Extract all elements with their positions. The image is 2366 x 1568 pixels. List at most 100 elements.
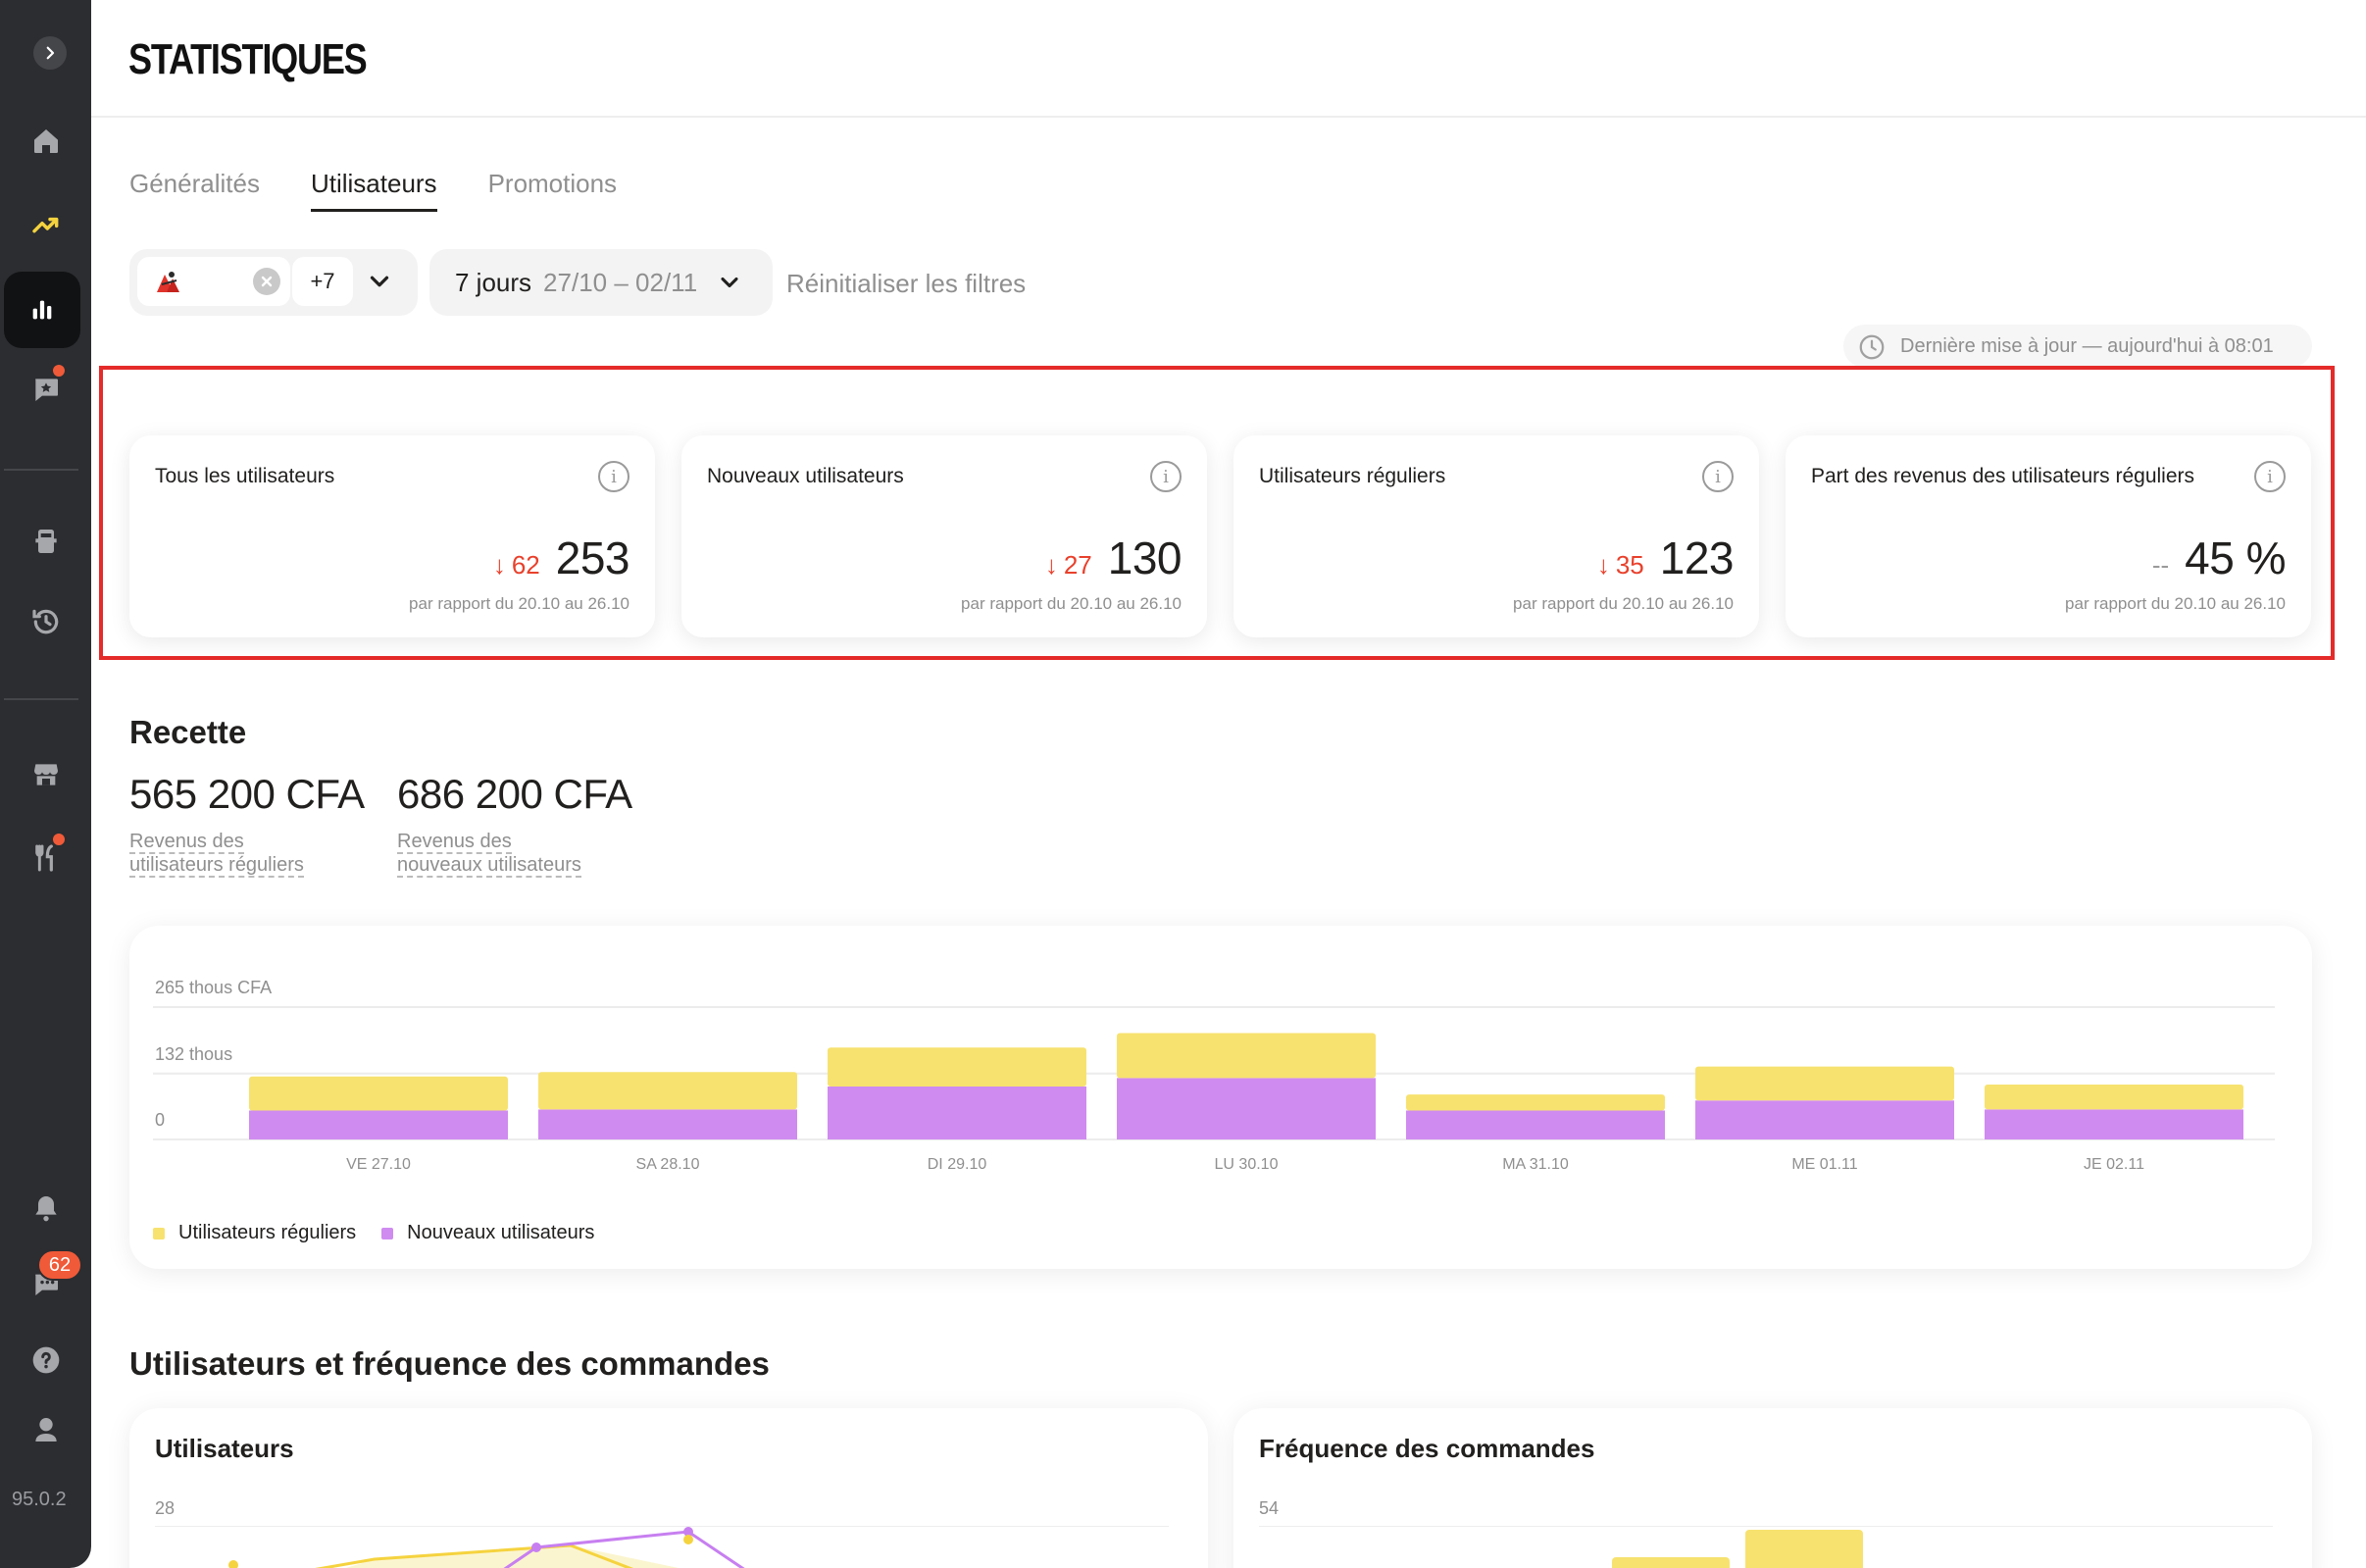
sidebar-item-notifications[interactable] <box>22 1184 71 1233</box>
x-tick-label: VE 27.10 <box>346 1156 411 1173</box>
kpi-delta-value: 27 <box>1063 550 1092 580</box>
kpi-delta-value: 62 <box>511 550 540 580</box>
kpi-comparison: par rapport du 20.10 au 26.10 <box>961 594 1182 613</box>
bar-regular-users[interactable] <box>1117 1033 1376 1079</box>
bar-regular-users[interactable] <box>538 1072 797 1110</box>
y-tick-label: 265 thous CFA <box>155 978 272 997</box>
bar-new-users[interactable] <box>538 1109 797 1139</box>
bar-regular-users[interactable] <box>1985 1084 2243 1110</box>
page-title: STATISTIQUES <box>128 35 368 83</box>
legend-item-regular: Utilisateurs réguliers <box>153 1222 356 1244</box>
date-range-select[interactable]: 7 jours 27/10 – 02/11 <box>429 249 773 316</box>
tablet-icon <box>35 530 57 553</box>
bar-new-users[interactable] <box>1985 1109 2243 1139</box>
kpi-card-all-users: Tous les utilisateurs i ↓ 62 253 par rapp… <box>129 435 655 637</box>
revenue-chart-card: 265 thous CFA 132 thous 0 VE 27.10 SA 28.10 D… <box>129 926 2312 1269</box>
clear-filter-button[interactable] <box>253 268 280 295</box>
info-icon[interactable]: i <box>598 461 629 492</box>
kpi-delta: ↓ 62 <box>493 550 540 581</box>
bar-regular-users[interactable] <box>1695 1066 1954 1101</box>
chevron-down-icon <box>721 277 738 288</box>
date-period-label: 7 jours <box>455 267 532 297</box>
info-icon[interactable]: i <box>1702 461 1734 492</box>
revenue-regular-users: 565 200 CFA Revenus des utilisateurs rég… <box>129 771 365 878</box>
x-tick-label: MA 31.10 <box>1502 1156 1569 1173</box>
legend-label: Utilisateurs réguliers <box>178 1222 357 1243</box>
bar-regular-users[interactable] <box>828 1047 1086 1087</box>
info-icon[interactable]: i <box>1150 461 1182 492</box>
store-icon <box>34 764 58 785</box>
support-agent-icon <box>35 1418 57 1442</box>
kpi-value: 253 <box>555 532 630 583</box>
kpi-title: Utilisateurs réguliers <box>1259 465 1446 487</box>
kpi-delta-value: 35 <box>1615 550 1644 580</box>
data-point <box>683 1535 693 1544</box>
x-tick-label: DI 29.10 <box>928 1156 987 1173</box>
bar-new-users[interactable] <box>828 1087 1086 1139</box>
kpi-delta: ↓ 35 <box>1597 550 1644 581</box>
arrow-down-icon: ↓ <box>1044 550 1058 580</box>
arrow-down-icon: ↓ <box>492 550 506 580</box>
tab-promotions[interactable]: Promotions <box>488 169 618 212</box>
bar-new-users[interactable] <box>249 1110 508 1139</box>
restaurant-chip[interactable] <box>137 257 290 306</box>
kpi-delta: ↓ 27 <box>1045 550 1092 581</box>
bar-new-users[interactable] <box>1695 1100 1954 1139</box>
tab-users[interactable]: Utilisateurs <box>310 169 437 212</box>
kpi-comparison: par rapport du 20.10 au 26.10 <box>2065 594 2286 613</box>
history-icon <box>32 609 59 634</box>
chevron-down-icon[interactable] <box>365 267 394 296</box>
arrow-down-icon: ↓ <box>1596 550 1610 580</box>
home-icon <box>34 129 58 153</box>
kpi-title: Tous les utilisateurs <box>155 465 335 487</box>
data-point <box>531 1543 541 1552</box>
legend-item-new: Nouveaux utilisateurs <box>381 1222 594 1244</box>
bar-new-users[interactable] <box>1406 1110 1665 1139</box>
order-frequency-chart-card: Fréquence des commandes 54 <box>1233 1408 2312 1568</box>
tab-bar: Généralités Utilisateurs Promotions <box>129 169 617 212</box>
kpi-value: 130 <box>1107 532 1183 583</box>
kpi-comparison: par rapport du 20.10 au 26.10 <box>409 594 629 613</box>
sidebar-item-analytics[interactable] <box>22 200 71 249</box>
kpi-card-new-users: Nouveaux utilisateurs i ↓ 27 130 par rapp… <box>681 435 1207 637</box>
revenue-label[interactable]: Revenus des utilisateurs réguliers <box>129 830 326 878</box>
restaurant-filter[interactable]: +7 <box>129 249 418 316</box>
chart-legend: Utilisateurs réguliers Nouveaux utilisat… <box>153 1222 594 1244</box>
restaurant-logo-icon <box>157 272 179 292</box>
notification-dot <box>51 832 67 847</box>
sidebar-toggle-button[interactable] <box>33 36 67 70</box>
notification-dot <box>51 363 67 379</box>
bar-regular-users[interactable] <box>249 1076 508 1111</box>
x-tick-label: JE 02.11 <box>2084 1156 2144 1173</box>
sidebar-item-home[interactable] <box>22 117 71 166</box>
revenue-label[interactable]: Revenus des nouveaux utilisateurs <box>397 830 593 878</box>
revenue-value: 565 200 CFA <box>129 771 365 817</box>
bar-new-users[interactable] <box>1117 1078 1376 1139</box>
kpi-card-regular-revenue-share: Part des revenus des utilisateurs réguli… <box>1786 435 2311 637</box>
sidebar-item-devices[interactable] <box>22 517 71 566</box>
sidebar-item-statistics[interactable] <box>4 272 80 348</box>
y-tick-label: 0 <box>155 1110 165 1130</box>
legend-label: Nouveaux utilisateurs <box>407 1222 595 1243</box>
bar-regular-users[interactable] <box>1406 1094 1665 1111</box>
close-icon <box>261 276 273 287</box>
info-icon[interactable]: i <box>2254 461 2286 492</box>
y-tick-label: 132 thous <box>155 1044 232 1064</box>
tab-general[interactable]: Généralités <box>129 169 260 212</box>
revenue-value: 686 200 CFA <box>397 771 632 817</box>
area-fill <box>345 1545 679 1568</box>
sidebar-divider <box>4 469 78 471</box>
messages-count-badge: 62 <box>37 1249 82 1281</box>
sidebar-item-help[interactable] <box>22 1336 71 1385</box>
kpi-value: 123 <box>1659 532 1735 583</box>
sidebar-item-history[interactable] <box>22 597 71 646</box>
sidebar: 62 95.0.2 <box>0 0 91 1568</box>
revenue-new-users: 686 200 CFA Revenus des nouveaux utilisa… <box>397 771 632 878</box>
reset-filters-link[interactable]: Réinitialiser les filtres <box>786 269 1026 299</box>
sidebar-item-support[interactable] <box>22 1405 71 1454</box>
sidebar-item-store[interactable] <box>22 750 71 799</box>
trending-up-icon <box>32 217 59 233</box>
more-restaurants-chip[interactable]: +7 <box>292 257 353 306</box>
chevron-right-icon <box>46 46 55 60</box>
bar-chart-icon <box>32 300 52 320</box>
